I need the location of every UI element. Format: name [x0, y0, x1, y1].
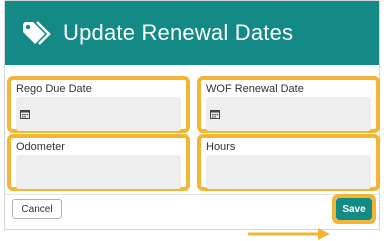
- rego-due-date-label: Rego Due Date: [16, 83, 92, 95]
- save-button[interactable]: Save: [336, 198, 372, 220]
- calendar-icon[interactable]: [20, 109, 30, 119]
- hours-field: Hours: [197, 134, 380, 191]
- rego-due-date-field: Rego Due Date: [7, 76, 190, 133]
- footer-divider: [5, 194, 379, 195]
- odometer-input[interactable]: [16, 155, 181, 189]
- hours-input[interactable]: [206, 155, 371, 189]
- wof-renewal-date-label: WOF Renewal Date: [206, 83, 304, 95]
- odometer-label: Odometer: [16, 141, 65, 153]
- hours-label: Hours: [206, 141, 236, 153]
- right-arrow-icon: [248, 228, 330, 240]
- wof-renewal-date-input[interactable]: [206, 97, 371, 131]
- calendar-icon[interactable]: [210, 109, 220, 119]
- modal-title: Update Renewal Dates: [63, 20, 294, 45]
- modal-header: Update Renewal Dates: [5, 1, 379, 65]
- odometer-field: Odometer: [7, 134, 190, 191]
- tag-icon: [23, 21, 51, 45]
- cancel-button[interactable]: Cancel: [12, 199, 62, 219]
- update-renewal-dates-dialog: Update Renewal Dates Rego Due Date WOF R…: [4, 0, 380, 230]
- rego-due-date-input[interactable]: [16, 97, 181, 131]
- wof-renewal-date-field: WOF Renewal Date: [197, 76, 380, 133]
